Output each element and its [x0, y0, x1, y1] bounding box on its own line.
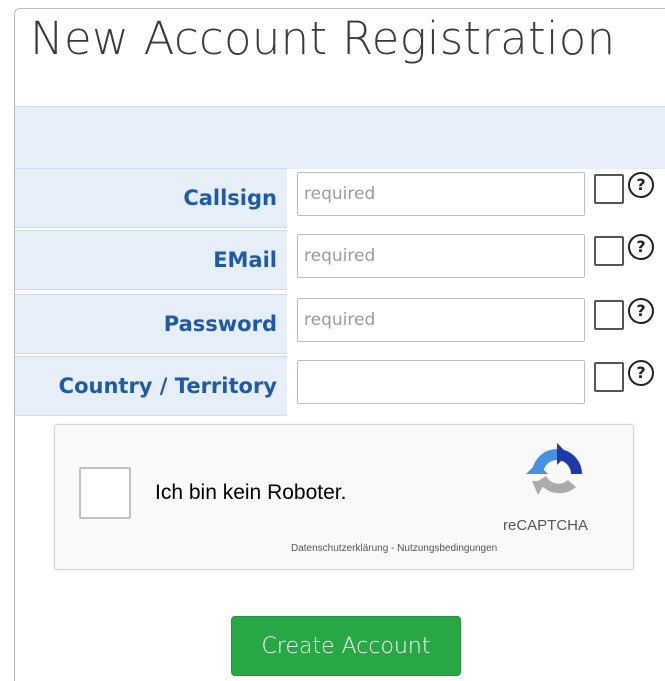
help-icon[interactable]: ?	[628, 298, 654, 324]
country-label: Country / Territory	[15, 356, 287, 416]
password-label: Password	[15, 294, 287, 354]
recaptcha-logo-icon	[526, 443, 582, 495]
recaptcha-links[interactable]: Datenschutzerklärung - Nutzungsbedingung…	[291, 543, 497, 554]
recaptcha-label: Ich bin kein Roboter.	[155, 481, 347, 504]
form-header-band	[15, 106, 665, 169]
page-title: New Account Registration	[30, 12, 616, 65]
country-row: Country / Territory ?	[15, 356, 665, 418]
country-checkbox[interactable]	[594, 362, 624, 392]
help-icon[interactable]: ?	[628, 234, 654, 260]
help-icon[interactable]: ?	[628, 360, 654, 386]
email-checkbox[interactable]	[594, 236, 624, 266]
email-label: EMail	[15, 230, 287, 290]
password-input[interactable]	[297, 298, 585, 342]
email-input[interactable]	[297, 234, 585, 278]
help-icon[interactable]: ?	[628, 172, 654, 198]
callsign-label: Callsign	[15, 168, 287, 228]
country-input[interactable]	[297, 360, 585, 404]
email-row: EMail ?	[15, 230, 665, 292]
callsign-input[interactable]	[297, 172, 585, 216]
recaptcha-checkbox[interactable]	[79, 467, 131, 519]
create-account-button[interactable]: Create Account	[231, 616, 461, 676]
callsign-checkbox[interactable]	[594, 174, 624, 204]
recaptcha-widget: Ich bin kein Roboter. reCAPTCHA Datensch…	[54, 424, 634, 570]
recaptcha-brand: reCAPTCHA	[503, 517, 589, 534]
password-checkbox[interactable]	[594, 300, 624, 330]
callsign-row: Callsign ?	[15, 168, 665, 230]
password-row: Password ?	[15, 294, 665, 356]
